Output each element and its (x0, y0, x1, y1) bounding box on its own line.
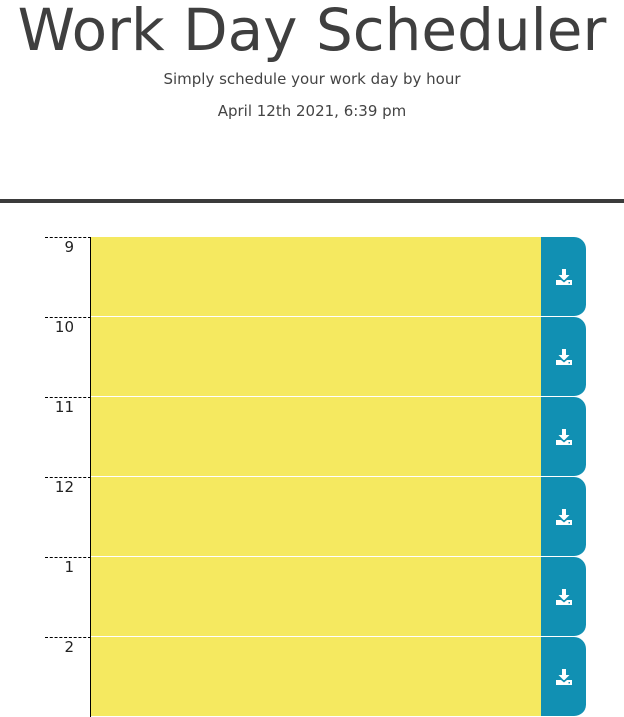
save-icon (555, 348, 572, 365)
hour-text: 10 (54, 318, 74, 336)
save-icon (555, 588, 572, 605)
scheduler: 9 10 11 12 1 2 (45, 237, 586, 717)
save-button[interactable] (541, 637, 586, 717)
page-subtitle: Simply schedule your work day by hour (163, 70, 461, 88)
hour-text: 11 (54, 398, 74, 416)
hour-label: 12 (45, 477, 91, 557)
current-day: April 12th 2021, 6:39 pm (217, 102, 407, 120)
header-divider (0, 199, 624, 203)
hour-text: 12 (54, 478, 74, 496)
hour-text: 9 (64, 238, 74, 256)
description-input[interactable] (91, 477, 541, 557)
time-block-12: 12 (45, 477, 586, 557)
time-block-1: 1 (45, 557, 586, 637)
page-title: Work Day Scheduler (17, 0, 607, 64)
save-button[interactable] (541, 477, 586, 557)
description-input[interactable] (91, 557, 541, 637)
save-button[interactable] (541, 557, 586, 637)
description-input[interactable] (91, 397, 541, 477)
time-block-11: 11 (45, 397, 586, 477)
save-icon (555, 508, 572, 525)
description-input[interactable] (91, 637, 541, 717)
save-icon (555, 268, 572, 285)
hour-label: 11 (45, 397, 91, 477)
description-input[interactable] (91, 237, 541, 317)
hour-label: 9 (45, 237, 91, 317)
time-block-9: 9 (45, 237, 586, 317)
save-button[interactable] (541, 317, 586, 397)
hour-text: 2 (64, 638, 74, 656)
hour-label: 1 (45, 557, 91, 637)
save-icon (555, 668, 572, 685)
hour-label: 10 (45, 317, 91, 397)
time-block-2: 2 (45, 637, 586, 717)
description-input[interactable] (91, 317, 541, 397)
save-button[interactable] (541, 237, 586, 317)
hour-label: 2 (45, 637, 91, 717)
header: Work Day Scheduler Simply schedule your … (0, 0, 624, 200)
hour-text: 1 (64, 558, 74, 576)
save-button[interactable] (541, 397, 586, 477)
save-icon (555, 428, 572, 445)
time-block-10: 10 (45, 317, 586, 397)
